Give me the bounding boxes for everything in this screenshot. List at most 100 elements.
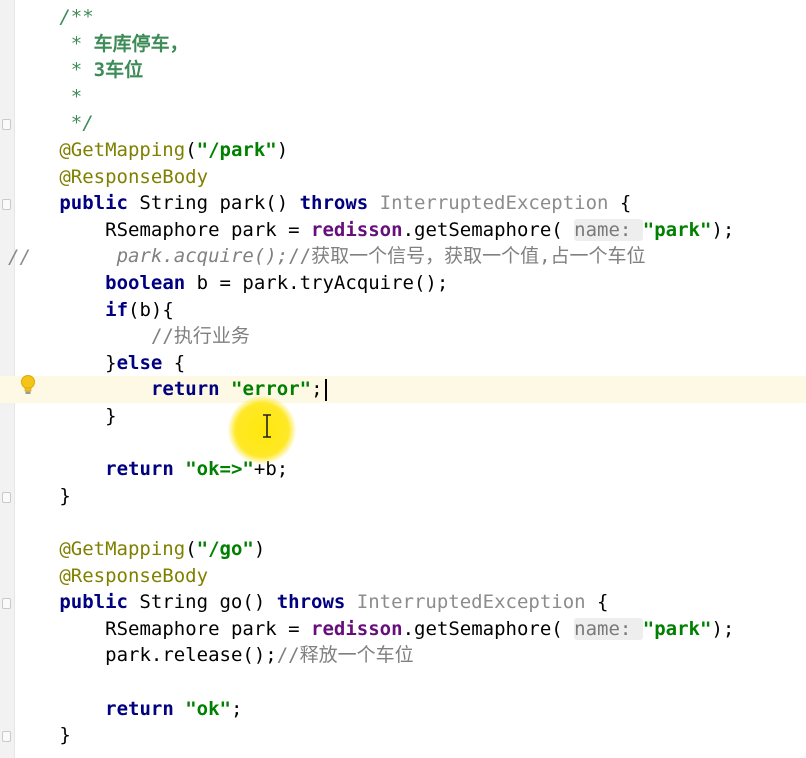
code-line[interactable]: return "ok"; (0, 696, 806, 723)
code-line[interactable]: public String go() throws InterruptedExc… (0, 589, 806, 616)
text-caret (325, 379, 327, 401)
code-token: String park() (127, 192, 300, 215)
code-token: 车库停车， (93, 32, 189, 55)
code-token: return (150, 378, 220, 401)
line-comment-marker: // (8, 246, 31, 268)
code-line[interactable]: return "error"; (0, 376, 806, 403)
code-line[interactable]: park.acquire();//获取一个信号，获取一个值,占一个车位 (0, 243, 806, 270)
parameter-hint: name: (574, 617, 643, 640)
code-line[interactable]: /** (0, 4, 806, 31)
code-token: @ResponseBody (59, 165, 209, 188)
code-token: 3车位 (93, 59, 144, 82)
code-line-content: } (105, 403, 116, 430)
code-token: } (59, 724, 71, 747)
code-line[interactable]: return "ok=>"+b; (0, 456, 806, 483)
code-line[interactable]: * (0, 84, 806, 111)
code-token: boolean (105, 272, 186, 294)
code-token: else (116, 351, 163, 374)
code-token: return (105, 458, 174, 481)
code-editor[interactable]: /** * 车库停车， * 3车位 * */@GetMapping("/park… (0, 0, 806, 758)
code-token: ; (231, 697, 243, 720)
code-token: @GetMapping (59, 139, 186, 161)
code-line[interactable]: park.release();//释放一个车位 (0, 642, 806, 669)
code-line[interactable]: * 3车位 (0, 57, 806, 84)
code-token: } (105, 405, 117, 427)
code-line[interactable] (0, 669, 806, 696)
code-token: InterruptedException (356, 591, 586, 614)
code-line[interactable]: * 车库停车， (0, 31, 806, 58)
code-token: { (608, 192, 632, 215)
code-token: ) (276, 139, 289, 161)
code-line-content: return "ok"; (105, 696, 242, 723)
code-token: ) (253, 538, 266, 560)
code-line[interactable] (0, 430, 806, 457)
code-line-content: RSemaphore park = redisson.getSemaphore(… (105, 217, 734, 244)
code-line[interactable]: public String park() throws InterruptedE… (0, 190, 806, 217)
code-token: .getSemaphore( (402, 218, 575, 241)
code-token: @GetMapping (59, 538, 186, 560)
code-token: //释放一个车位 (276, 644, 414, 667)
code-token: */ (59, 112, 94, 135)
code-line[interactable]: */ (0, 110, 806, 137)
code-line-content: RSemaphore park = redisson.getSemaphore(… (105, 616, 734, 643)
code-token: redisson (311, 218, 403, 241)
code-token: ); (711, 218, 735, 241)
code-line-content: }else { (105, 350, 185, 377)
code-line[interactable]: } (0, 483, 806, 510)
code-line[interactable]: boolean b = park.tryAcquire(); (0, 270, 806, 297)
code-token: //执行业务 (150, 325, 250, 348)
code-token: String go() (127, 591, 277, 614)
code-line[interactable]: }else { (0, 350, 806, 377)
code-line[interactable]: @GetMapping("/park") (0, 137, 806, 164)
code-line-content: } (59, 483, 70, 510)
code-token: //获取一个信号，获取一个值,占一个车位 (288, 245, 646, 268)
code-line[interactable] (0, 509, 806, 536)
code-token: public (59, 192, 128, 215)
code-token: park.release(); (105, 644, 277, 667)
code-line-content: if(b){ (105, 297, 174, 324)
code-token: b = park.tryAcquire(); (185, 272, 449, 294)
code-token: ); (711, 617, 735, 640)
code-line-content: @ResponseBody (59, 563, 208, 590)
code-line-content: park.release();//释放一个车位 (105, 642, 413, 669)
code-token: throws (299, 192, 369, 215)
code-token: InterruptedException (379, 192, 609, 215)
code-line[interactable]: @ResponseBody (0, 563, 806, 590)
code-line-content: return "error"; (151, 376, 323, 403)
code-line-content: * 车库停车， (59, 31, 189, 58)
code-line[interactable]: RSemaphore park = redisson.getSemaphore(… (0, 217, 806, 244)
code-line[interactable]: //执行业务 (0, 323, 806, 350)
code-line[interactable]: @ResponseBody (0, 164, 806, 191)
code-token: } (105, 351, 117, 374)
code-token: throws (276, 591, 346, 614)
code-token: RSemaphore park = (105, 218, 312, 241)
code-line[interactable]: } (0, 722, 806, 749)
code-token: @ResponseBody (59, 564, 209, 587)
code-token: park.acquire(); (116, 245, 289, 268)
code-token: ( (185, 538, 197, 560)
code-line-content: park.acquire();//获取一个信号，获取一个值,占一个车位 (117, 243, 646, 270)
code-token: RSemaphore park = (105, 617, 312, 640)
code-line[interactable]: @GetMapping("/go") (0, 536, 806, 563)
code-line-content: /** (59, 4, 93, 31)
code-line[interactable]: if(b){ (0, 297, 806, 324)
code-line-content: @GetMapping("/park") (59, 137, 288, 164)
code-line-content: @ResponseBody (59, 164, 208, 191)
code-line-content: * (59, 84, 82, 111)
code-token: return (105, 697, 174, 720)
code-token: "park" (642, 617, 712, 640)
code-token: redisson (311, 617, 403, 640)
lightbulb-icon[interactable] (20, 374, 36, 398)
code-line-content: //执行业务 (151, 323, 250, 350)
code-token: public (59, 591, 128, 614)
code-line-content: public String park() throws InterruptedE… (59, 190, 631, 217)
code-token: * (59, 32, 94, 55)
code-line-content: */ (59, 110, 94, 137)
code-line[interactable]: RSemaphore park = redisson.getSemaphore(… (0, 616, 806, 643)
code-token: "park" (642, 218, 712, 241)
code-line[interactable]: } (0, 403, 806, 430)
